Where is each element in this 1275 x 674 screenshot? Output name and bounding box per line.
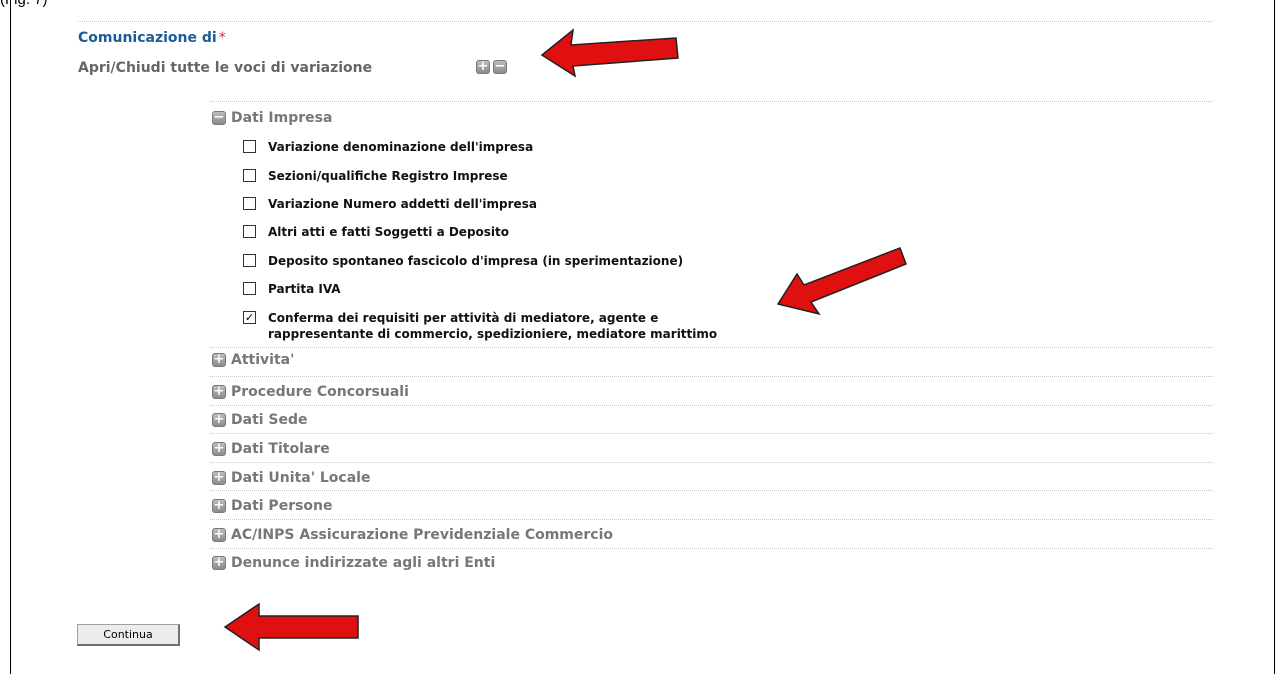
option-conferma-requisiti: ✓ Conferma dei requisiti per attività di… <box>243 310 717 342</box>
option-variazione-denominazione: Variazione denominazione dell'impresa <box>243 139 533 155</box>
section-dati-persone[interactable]: + Dati Persone <box>212 495 333 517</box>
option-label: Deposito spontaneo fascicolo d'impresa (… <box>268 254 684 268</box>
section-label: Dati Unita' Locale <box>231 470 371 486</box>
section-dati-impresa[interactable]: − Dati Impresa <box>212 107 332 129</box>
checkbox[interactable] <box>243 169 256 182</box>
plus-icon[interactable]: + <box>212 353 226 367</box>
plus-icon[interactable]: + <box>212 385 226 399</box>
plus-icon[interactable]: + <box>212 442 226 456</box>
section-label: Dati Sede <box>231 412 308 428</box>
divider <box>210 462 1213 463</box>
option-partita-iva: Partita IVA <box>243 281 341 297</box>
section-procedure-concorsuali[interactable]: + Procedure Concorsuali <box>212 381 409 403</box>
option-label: Conferma dei requisiti per attività di m… <box>268 310 717 342</box>
option-sezioni-qualifiche: Sezioni/qualifiche Registro Imprese <box>243 168 508 184</box>
comunicazione-label-text: Comunicazione di <box>78 30 217 46</box>
checkbox[interactable] <box>243 254 256 267</box>
comunicazione-label: Comunicazione di * <box>78 30 226 46</box>
section-dati-sede[interactable]: + Dati Sede <box>212 409 308 431</box>
toggle-all-row: Apri/Chiudi tutte le voci di variazione <box>78 57 372 79</box>
option-deposito-spontaneo: Deposito spontaneo fascicolo d'impresa (… <box>243 253 683 269</box>
section-dati-titolare[interactable]: + Dati Titolare <box>212 438 330 460</box>
divider <box>78 21 1213 22</box>
option-label-line1: Conferma dei requisiti per attività di m… <box>268 311 659 325</box>
divider <box>210 347 1213 348</box>
continue-button[interactable]: Continua <box>77 624 180 646</box>
section-label: Denunce indirizzate agli altri Enti <box>231 555 496 571</box>
option-variazione-numero-addetti: Variazione Numero addetti dell'impresa <box>243 196 537 212</box>
divider <box>210 433 1213 434</box>
section-denunce[interactable]: + Denunce indirizzate agli altri Enti <box>212 552 495 574</box>
section-label: Attivita' <box>231 352 295 368</box>
checkbox-checked[interactable]: ✓ <box>243 311 256 324</box>
divider <box>210 548 1213 549</box>
option-label: Sezioni/qualifiche Registro Imprese <box>268 169 508 183</box>
checkbox[interactable] <box>243 282 256 295</box>
required-mark: * <box>218 30 226 46</box>
plus-icon[interactable]: + <box>212 413 226 427</box>
option-altri-atti: Altri atti e fatti Soggetti a Deposito <box>243 224 509 240</box>
checkbox[interactable] <box>243 140 256 153</box>
section-label: Dati Persone <box>231 498 333 514</box>
divider <box>210 405 1213 406</box>
section-ac-inps[interactable]: + AC/INPS Assicurazione Previdenziale Co… <box>212 524 613 546</box>
checkbox[interactable] <box>243 197 256 210</box>
toggle-all-controls: + − <box>476 60 507 74</box>
checkbox[interactable] <box>243 225 256 238</box>
option-label: Partita IVA <box>268 282 341 296</box>
divider <box>210 101 1213 102</box>
section-attivita[interactable]: + Attivita' <box>212 349 294 371</box>
toggle-all-label: Apri/Chiudi tutte le voci di variazione <box>78 60 373 76</box>
option-label: Variazione Numero addetti dell'impresa <box>268 197 537 211</box>
divider <box>210 519 1213 520</box>
section-label: AC/INPS Assicurazione Previdenziale Comm… <box>231 527 613 543</box>
annotation-arrow-icon <box>776 247 907 316</box>
section-label: Dati Impresa <box>231 110 333 126</box>
section-label: Dati Titolare <box>231 441 330 457</box>
plus-icon[interactable]: + <box>212 499 226 513</box>
minus-icon[interactable]: − <box>212 111 226 125</box>
annotation-arrow-icon <box>540 28 679 78</box>
divider <box>210 490 1213 491</box>
section-label: Procedure Concorsuali <box>231 384 409 400</box>
option-label-line2: rappresentante di commercio, spedizionie… <box>268 327 718 341</box>
collapse-all-minus-icon[interactable]: − <box>493 60 507 74</box>
plus-icon[interactable]: + <box>212 556 226 570</box>
plus-icon[interactable]: + <box>212 471 226 485</box>
annotation-arrow-icon <box>223 602 359 652</box>
plus-icon[interactable]: + <box>212 528 226 542</box>
expand-all-plus-icon[interactable]: + <box>476 60 490 74</box>
section-dati-unita-locale[interactable]: + Dati Unita' Locale <box>212 467 370 489</box>
option-label: Variazione denominazione dell'impresa <box>268 140 534 154</box>
divider <box>210 376 1213 377</box>
checkmark-icon: ✓ <box>244 311 255 324</box>
option-label: Altri atti e fatti Soggetti a Deposito <box>268 225 510 239</box>
